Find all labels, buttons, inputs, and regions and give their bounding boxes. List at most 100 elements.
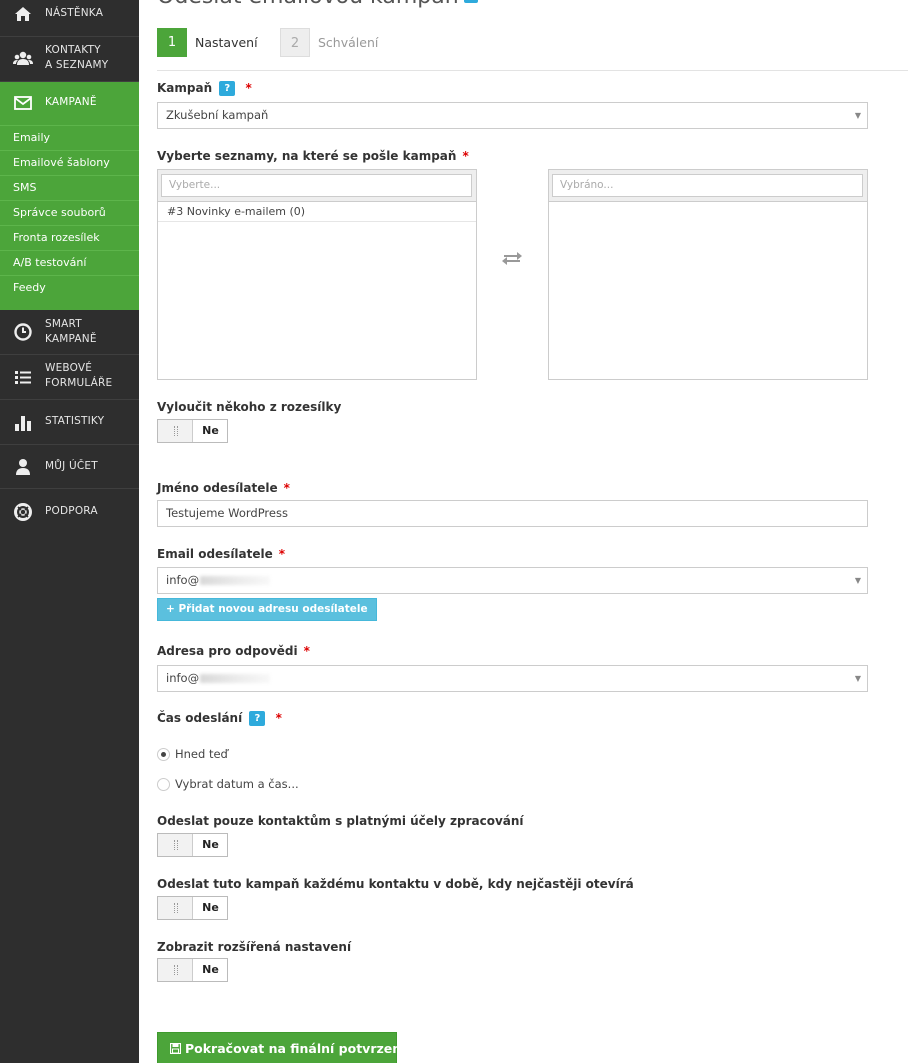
selected-lists-box: Vybráno... (548, 169, 868, 380)
chevron-down-icon: ▼ (854, 576, 861, 585)
best-time-toggle[interactable]: Ne (157, 896, 228, 920)
sender-email-select[interactable]: info@ ▼ (157, 567, 868, 594)
toggle-handle (158, 420, 193, 442)
sidebar-item-label: SMART KAMPANĚ (45, 318, 97, 345)
available-lists-header: Vyberte... (158, 170, 476, 202)
continue-button[interactable]: Pokračovat na finální potvrzení (157, 1032, 405, 1063)
redacted-text (200, 576, 271, 585)
toggle-handle (158, 897, 193, 919)
sidebar-subitem-email-templates[interactable]: Emailové šablony (0, 150, 139, 175)
sidebar: NÁSTĚNKA KONTAKTY A SEZNAMY KAMPANĚ Emai… (0, 0, 139, 1063)
list-icon (15, 371, 31, 384)
list-item[interactable]: #3 Novinky e-mailem (0) (158, 202, 476, 222)
required-marker: * (278, 547, 286, 561)
required-marker: * (275, 711, 282, 725)
sidebar-subitem-feeds[interactable]: Feedy (0, 275, 139, 310)
available-lists-search-input[interactable]: Vyberte... (161, 174, 472, 197)
exclude-label: Vyloučit někoho z rozesílky (157, 400, 342, 414)
toggle-value: Ne (202, 901, 219, 914)
sidebar-item-dashboard[interactable]: NÁSTĚNKA (0, 0, 139, 37)
sidebar-item-label: WEBOVÉ FORMULÁŘE (45, 362, 113, 389)
sidebar-item-contacts[interactable]: KONTAKTY A SEZNAMY (0, 37, 139, 82)
main-content: Odeslat emailovou kampaň 1 Nastavení 2 S… (139, 0, 908, 1063)
toggle-value: Ne (202, 838, 219, 851)
sidebar-item-campaigns[interactable]: KAMPANĚ (0, 82, 139, 125)
sender-email-label-text: Email odesílatele (157, 547, 273, 561)
valid-purposes-toggle[interactable]: Ne (157, 833, 228, 857)
step-number: 1 (157, 28, 187, 57)
advanced-toggle[interactable]: Ne (157, 958, 228, 982)
sidebar-subitem-emails[interactable]: Emaily (0, 125, 139, 150)
sidebar-subitem-ab-testing[interactable]: A/B testování (0, 250, 139, 275)
title-badge-icon (463, 0, 478, 3)
sender-email-value: info@ (166, 573, 200, 587)
lists-label-text: Vyberte seznamy, na které se pošle kampa… (157, 149, 457, 163)
sidebar-subitem-sms[interactable]: SMS (0, 175, 139, 200)
swap-arrows-icon[interactable] (501, 250, 523, 266)
page-title: Odeslat emailovou kampaň (157, 0, 478, 9)
sender-name-label: Jméno odesílatele * (157, 481, 290, 495)
required-marker: * (245, 81, 252, 95)
sidebar-item-label: PODPORA (45, 505, 98, 517)
best-time-label: Odeslat tuto kampaň každému kontaktu v d… (157, 877, 634, 891)
radio-label: Vybrat datum a čas... (175, 777, 299, 791)
toggle-handle (158, 834, 193, 856)
help-icon[interactable]: ? (249, 711, 266, 726)
user-icon (16, 459, 30, 475)
sidebar-item-smart-campaigns[interactable]: SMART KAMPANĚ (0, 310, 139, 355)
help-icon[interactable]: ? (219, 81, 236, 96)
envelope-icon (14, 96, 32, 110)
step-label: Nastavení (195, 35, 258, 50)
sidebar-subitem-file-manager[interactable]: Správce souborů (0, 200, 139, 225)
bar-chart-icon (15, 416, 31, 431)
required-marker: * (283, 481, 290, 495)
sender-email-label: Email odesílatele * (157, 547, 285, 561)
grip-icon (174, 965, 178, 975)
required-marker: * (303, 644, 310, 658)
reply-to-select[interactable]: info@ ▼ (157, 665, 868, 692)
continue-button-label: Pokračovat na finální potvrzení (185, 1041, 406, 1056)
chevron-down-icon: ▼ (854, 111, 861, 120)
selected-lists-header: Vybráno... (549, 170, 867, 202)
campaign-label-text: Kampaň (157, 81, 213, 95)
sidebar-item-label: KONTAKTY A SEZNAMY (45, 44, 109, 71)
sidebar-item-label: NÁSTĚNKA (45, 7, 104, 19)
sidebar-subitem-queue[interactable]: Fronta rozesílek (0, 225, 139, 250)
send-time-label-text: Čas odeslání (157, 711, 243, 725)
step-label: Schválení (318, 35, 379, 50)
campaign-select[interactable]: Zkušební kampaň ▼ (157, 102, 868, 129)
add-sender-button[interactable]: + Přidat novou adresu odesílatele (157, 598, 377, 621)
chevron-down-icon: ▼ (854, 674, 861, 683)
sidebar-item-my-account[interactable]: MŮJ ÚČET (0, 445, 139, 489)
sender-name-input[interactable]: Testujeme WordPress (157, 500, 868, 527)
radio-checked-icon (157, 748, 170, 761)
campaign-label: Kampaň ? * (157, 81, 252, 96)
lifebuoy-icon (14, 503, 32, 521)
toggle-handle (158, 959, 193, 981)
grip-icon (174, 426, 178, 436)
sidebar-item-support[interactable]: PODPORA (0, 489, 139, 534)
sidebar-item-label: KAMPANĚ (45, 96, 97, 108)
available-lists-box: Vyberte... #3 Novinky e-mailem (0) (157, 169, 477, 380)
users-icon (13, 51, 33, 65)
sidebar-item-label: MŮJ ÚČET (45, 460, 98, 472)
steps-divider (157, 70, 908, 71)
sidebar-item-label: STATISTIKY (45, 415, 105, 427)
send-time-label: Čas odeslání ? * (157, 711, 282, 726)
campaign-select-value: Zkušební kampaň (166, 108, 269, 122)
exclude-toggle[interactable]: Ne (157, 419, 228, 443)
sender-name-label-text: Jméno odesílatele (157, 481, 278, 495)
lists-label: Vyberte seznamy, na které se pošle kampa… (157, 149, 469, 163)
toggle-value: Ne (202, 963, 219, 976)
selected-lists-search-input[interactable]: Vybráno... (552, 174, 863, 197)
home-icon (15, 7, 31, 21)
sidebar-item-statistics[interactable]: STATISTIKY (0, 400, 139, 445)
redacted-text (200, 674, 271, 683)
page-title-text: Odeslat emailovou kampaň (157, 0, 459, 9)
step-number: 2 (280, 28, 310, 57)
advanced-label: Zobrazit rozšířená nastavení (157, 940, 352, 954)
radio-label: Hned teď (175, 747, 228, 761)
sidebar-item-web-forms[interactable]: WEBOVÉ FORMULÁŘE (0, 355, 139, 400)
valid-purposes-label: Odeslat pouze kontaktům s platnými účely… (157, 814, 524, 828)
grip-icon (174, 840, 178, 850)
